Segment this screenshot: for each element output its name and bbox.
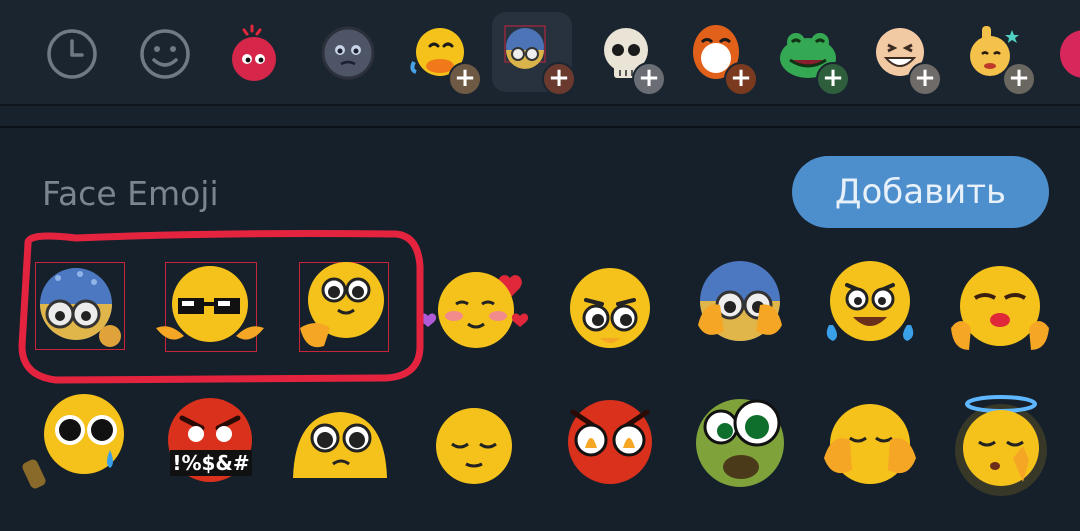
- sticker-sad-drinking[interactable]: [22, 390, 137, 495]
- sticker-nervous-sweat[interactable]: [30, 258, 130, 354]
- sticker-sick-green[interactable]: [685, 385, 795, 495]
- sticker-shy-pointing[interactable]: [290, 258, 394, 358]
- emoji-pack-tab-bar: + + + + + + +: [0, 0, 1080, 104]
- add-pack-icon[interactable]: +: [724, 62, 758, 96]
- cursing-text: !%$&#: [172, 451, 249, 475]
- sticker-content[interactable]: [428, 400, 520, 492]
- add-pack-icon[interactable]: +: [908, 62, 942, 96]
- tab-duck-pack[interactable]: +: [400, 12, 482, 96]
- sticker-facepalm[interactable]: [820, 398, 920, 493]
- tab-grin-pack[interactable]: +: [860, 12, 942, 96]
- add-pack-icon[interactable]: +: [448, 62, 482, 96]
- tab-thumbs-up-pack[interactable]: +: [952, 12, 1036, 96]
- tab-recent[interactable]: [32, 12, 112, 92]
- tab-red-laugh-pack[interactable]: +: [676, 12, 758, 96]
- add-pack-icon[interactable]: +: [816, 62, 850, 96]
- divider: [0, 126, 1080, 128]
- add-pack-icon[interactable]: +: [632, 62, 666, 96]
- tab-red-ball-pack[interactable]: [214, 12, 294, 92]
- section-title: Face Emoji: [42, 174, 219, 213]
- clock-icon: [47, 29, 97, 79]
- sticker-suspicious[interactable]: [560, 258, 660, 358]
- tab-emoji[interactable]: [124, 12, 204, 92]
- sticker-burning-eyes[interactable]: [555, 390, 665, 495]
- sticker-puppy-eyes-melt[interactable]: [285, 400, 395, 490]
- pink-emoji-pack: [1060, 30, 1080, 78]
- sticker-sunglasses-shrug[interactable]: [150, 258, 270, 354]
- moon-face-emoji: [321, 26, 375, 80]
- add-pack-icon[interactable]: +: [1002, 62, 1036, 96]
- tab-skull-pack[interactable]: +: [584, 12, 666, 96]
- tab-moon-pack[interactable]: [308, 12, 388, 92]
- sticker-angel-pray[interactable]: [945, 388, 1055, 498]
- tab-face-emoji-pack[interactable]: +: [492, 12, 576, 96]
- sticker-laugh-cry[interactable]: [815, 255, 925, 355]
- add-pack-icon[interactable]: +: [542, 62, 576, 96]
- sticker-angry-cursing[interactable]: !%$&#: [160, 392, 260, 497]
- red-ball-emoji: [232, 24, 276, 81]
- tab-frog-pack[interactable]: +: [768, 12, 850, 96]
- add-button[interactable]: Добавить: [792, 156, 1049, 228]
- smiley-icon: [140, 29, 190, 79]
- tab-next-pack[interactable]: [1044, 12, 1080, 92]
- spacer: [0, 106, 1080, 126]
- sticker-love-blush[interactable]: [420, 258, 530, 358]
- sticker-facepalm-peek[interactable]: [690, 255, 790, 355]
- sticker-lipstick-kiss[interactable]: [945, 258, 1055, 358]
